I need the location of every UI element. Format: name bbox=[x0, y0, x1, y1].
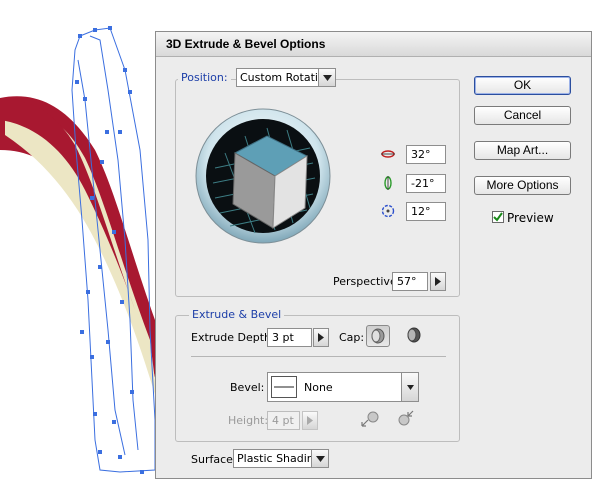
chevron-down-icon bbox=[401, 373, 418, 401]
surface-dropdown-value: Plastic Shading bbox=[237, 452, 321, 465]
extrude-bevel-section-label: Extrude & Bevel bbox=[189, 308, 285, 321]
surface-dropdown[interactable]: Plastic Shading bbox=[233, 449, 329, 468]
rotate-x-axis-icon bbox=[380, 146, 396, 162]
height-label: Height: bbox=[228, 414, 269, 427]
ok-button[interactable]: OK bbox=[474, 76, 571, 95]
rotation-track-cube[interactable] bbox=[195, 108, 331, 244]
perspective-label: Perspective: bbox=[333, 275, 401, 288]
chevron-down-icon bbox=[318, 69, 335, 86]
preview-checkbox[interactable] bbox=[492, 211, 504, 223]
more-options-button[interactable]: More Options bbox=[474, 176, 571, 195]
bevel-dropdown-value: None bbox=[304, 381, 333, 394]
cancel-button[interactable]: Cancel bbox=[474, 106, 571, 125]
cap-on-button[interactable] bbox=[366, 325, 390, 347]
dialog-titlebar[interactable]: 3D Extrude & Bevel Options bbox=[156, 32, 591, 57]
rotation-z-field[interactable]: 12° bbox=[406, 202, 446, 221]
checkmark-icon bbox=[493, 212, 503, 222]
perspective-field[interactable]: 57° bbox=[392, 272, 428, 291]
position-dropdown[interactable]: Custom Rotation bbox=[236, 68, 336, 87]
position-label: Position: bbox=[178, 71, 231, 84]
cap-label: Cap: bbox=[339, 331, 365, 344]
rotation-x-field[interactable]: 32° bbox=[406, 145, 446, 164]
perspective-slider-button[interactable] bbox=[430, 272, 446, 291]
cap-off-button[interactable] bbox=[402, 325, 426, 347]
bevel-label: Bevel: bbox=[230, 381, 265, 394]
extrude-separator bbox=[191, 356, 446, 357]
rotation-y-field[interactable]: -21° bbox=[406, 174, 446, 193]
bevel-extent-out-icon[interactable] bbox=[359, 408, 383, 430]
extrude-depth-slider-button[interactable] bbox=[313, 328, 329, 347]
rotate-y-axis-icon bbox=[380, 175, 396, 191]
chevron-down-icon bbox=[311, 450, 328, 467]
bevel-dropdown[interactable]: None bbox=[267, 372, 419, 402]
bevel-preview-icon bbox=[271, 376, 297, 398]
surface-label: Surface: bbox=[191, 453, 237, 466]
dialog-title: 3D Extrude & Bevel Options bbox=[166, 37, 326, 51]
extrude-depth-label: Extrude Depth: bbox=[191, 331, 275, 344]
bevel-extent-in-icon[interactable] bbox=[394, 408, 418, 430]
rotate-z-axis-icon bbox=[380, 203, 396, 219]
extrude-depth-field[interactable]: 3 pt bbox=[267, 328, 312, 347]
ribbon-artwork bbox=[0, 96, 160, 405]
map-art-button[interactable]: Map Art... bbox=[474, 141, 571, 160]
height-field[interactable]: 4 pt bbox=[267, 411, 300, 430]
height-slider-button[interactable] bbox=[302, 411, 318, 430]
extrude-bevel-dialog: 3D Extrude & Bevel Options Position: Cus… bbox=[155, 31, 592, 479]
preview-label: Preview bbox=[507, 211, 554, 225]
